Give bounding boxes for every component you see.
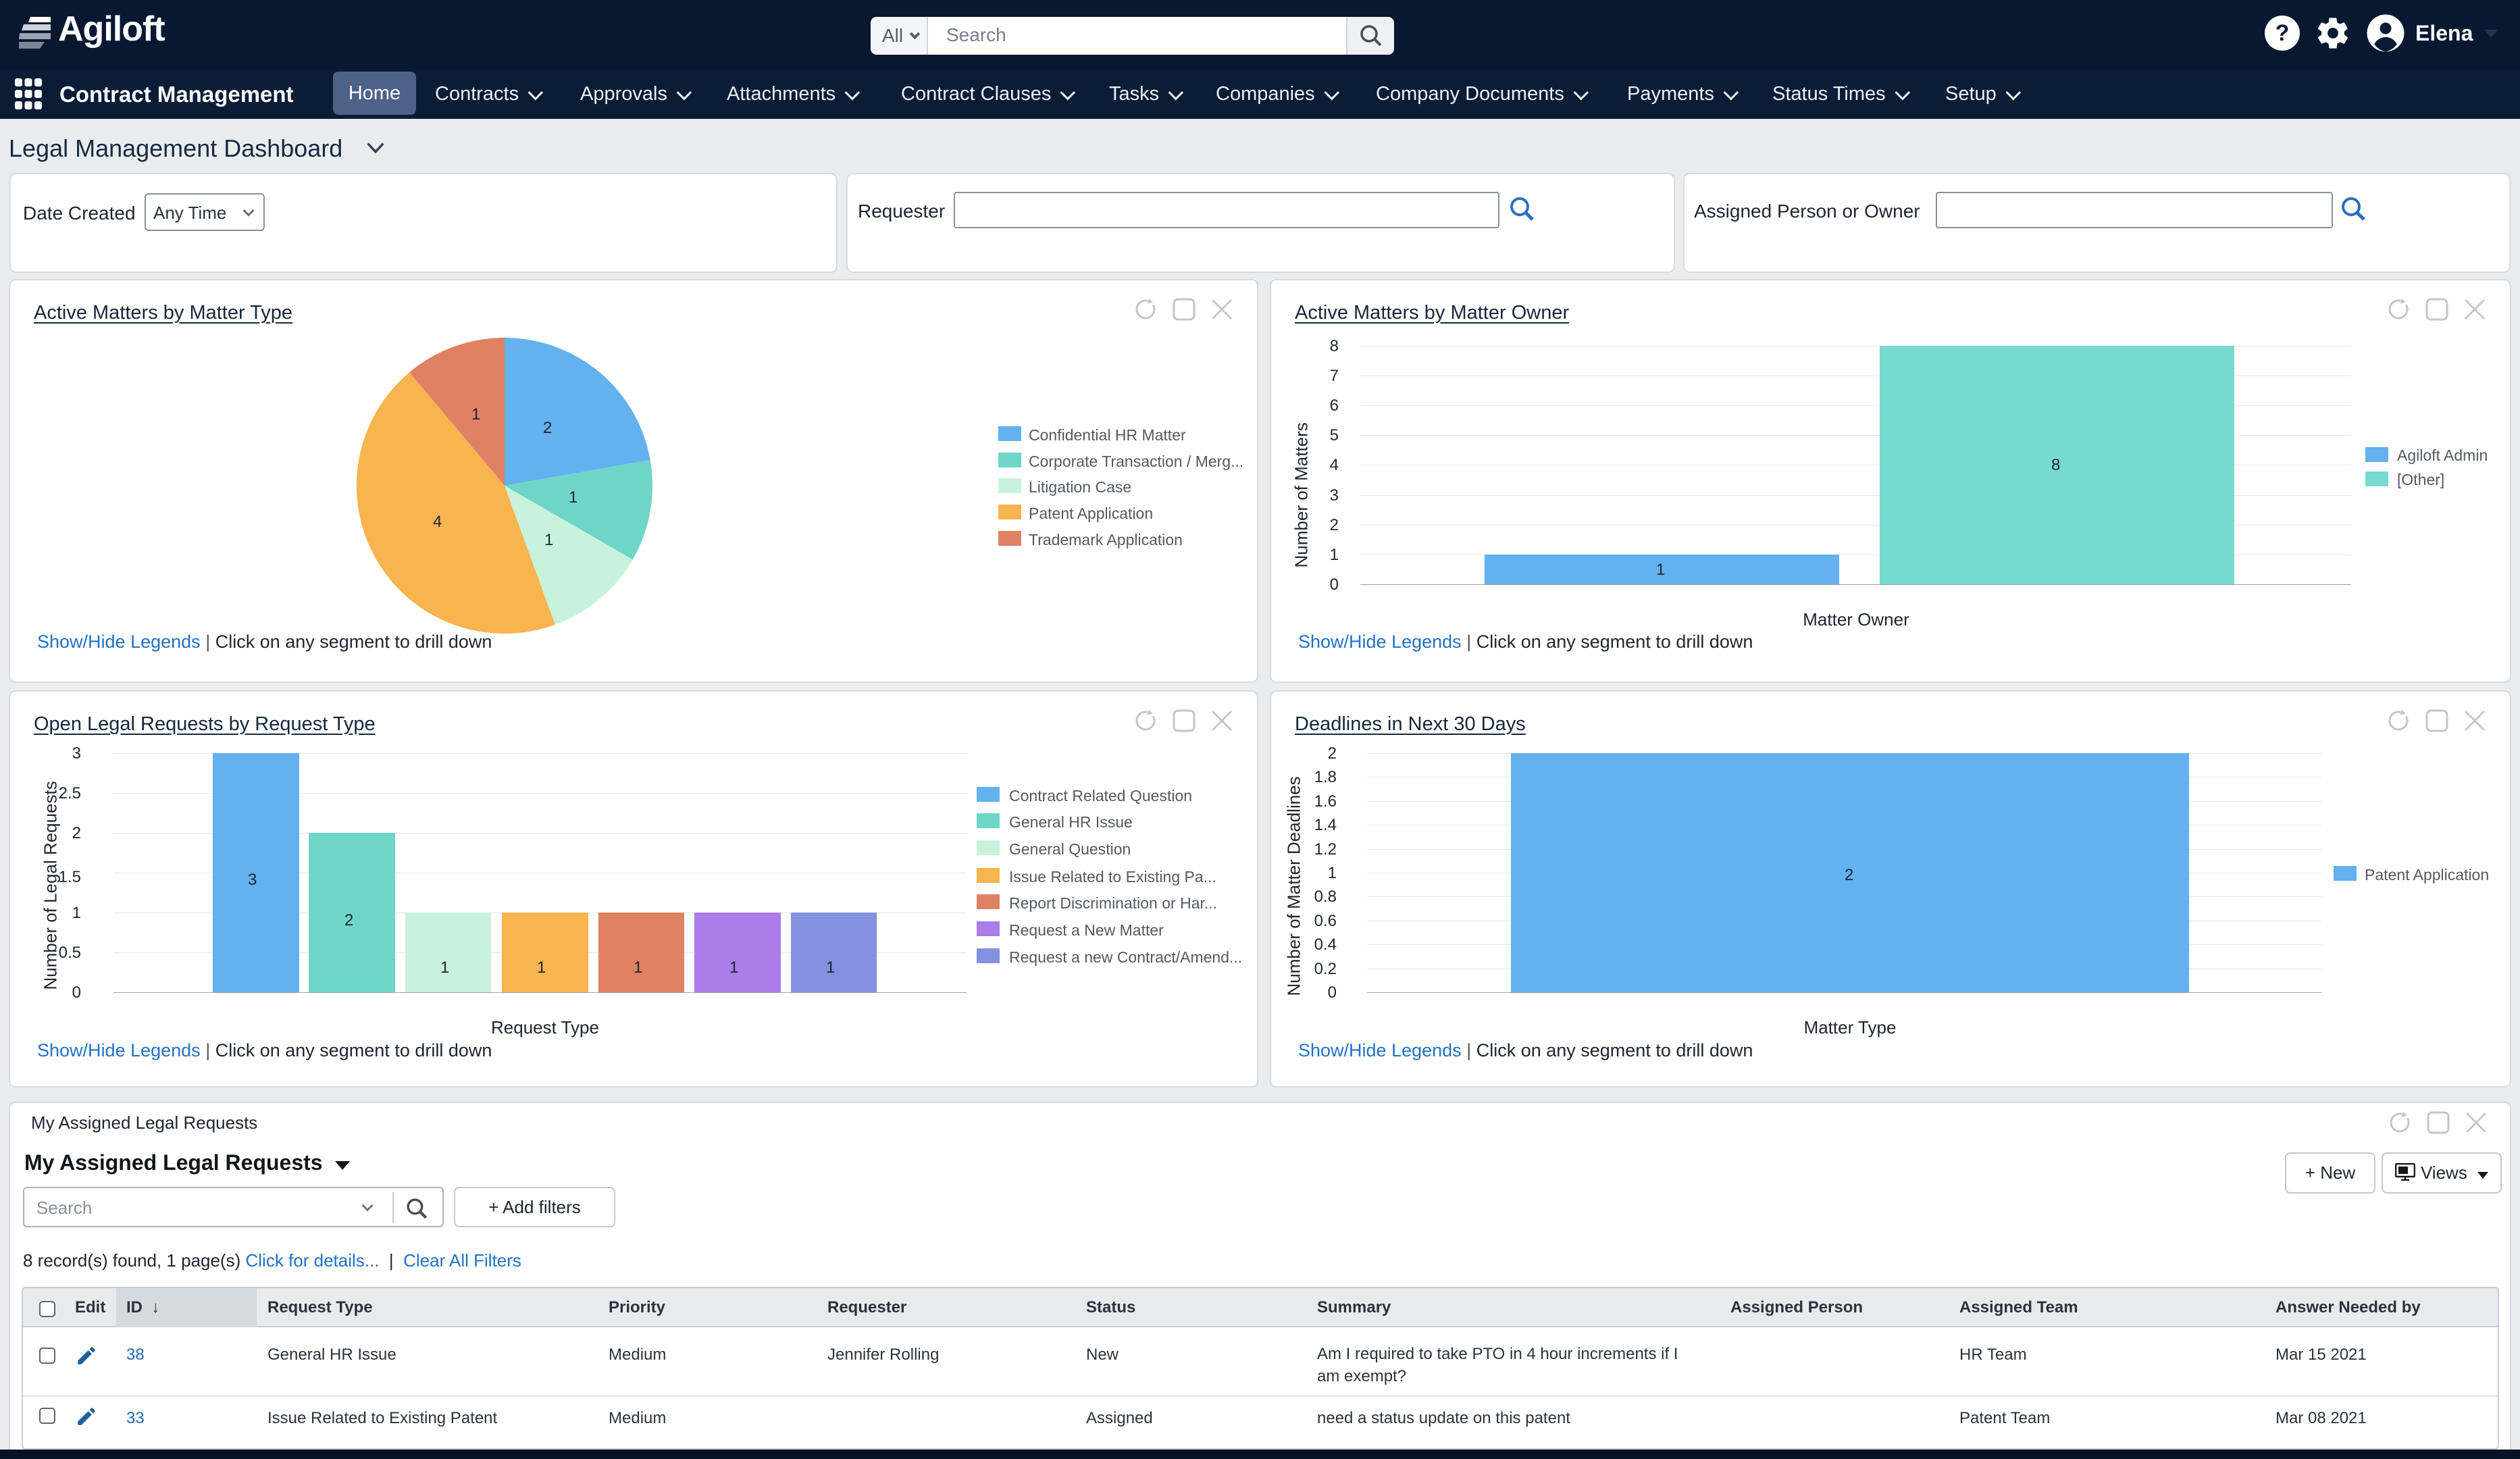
svg-text:?: ? <box>2275 20 2290 46</box>
